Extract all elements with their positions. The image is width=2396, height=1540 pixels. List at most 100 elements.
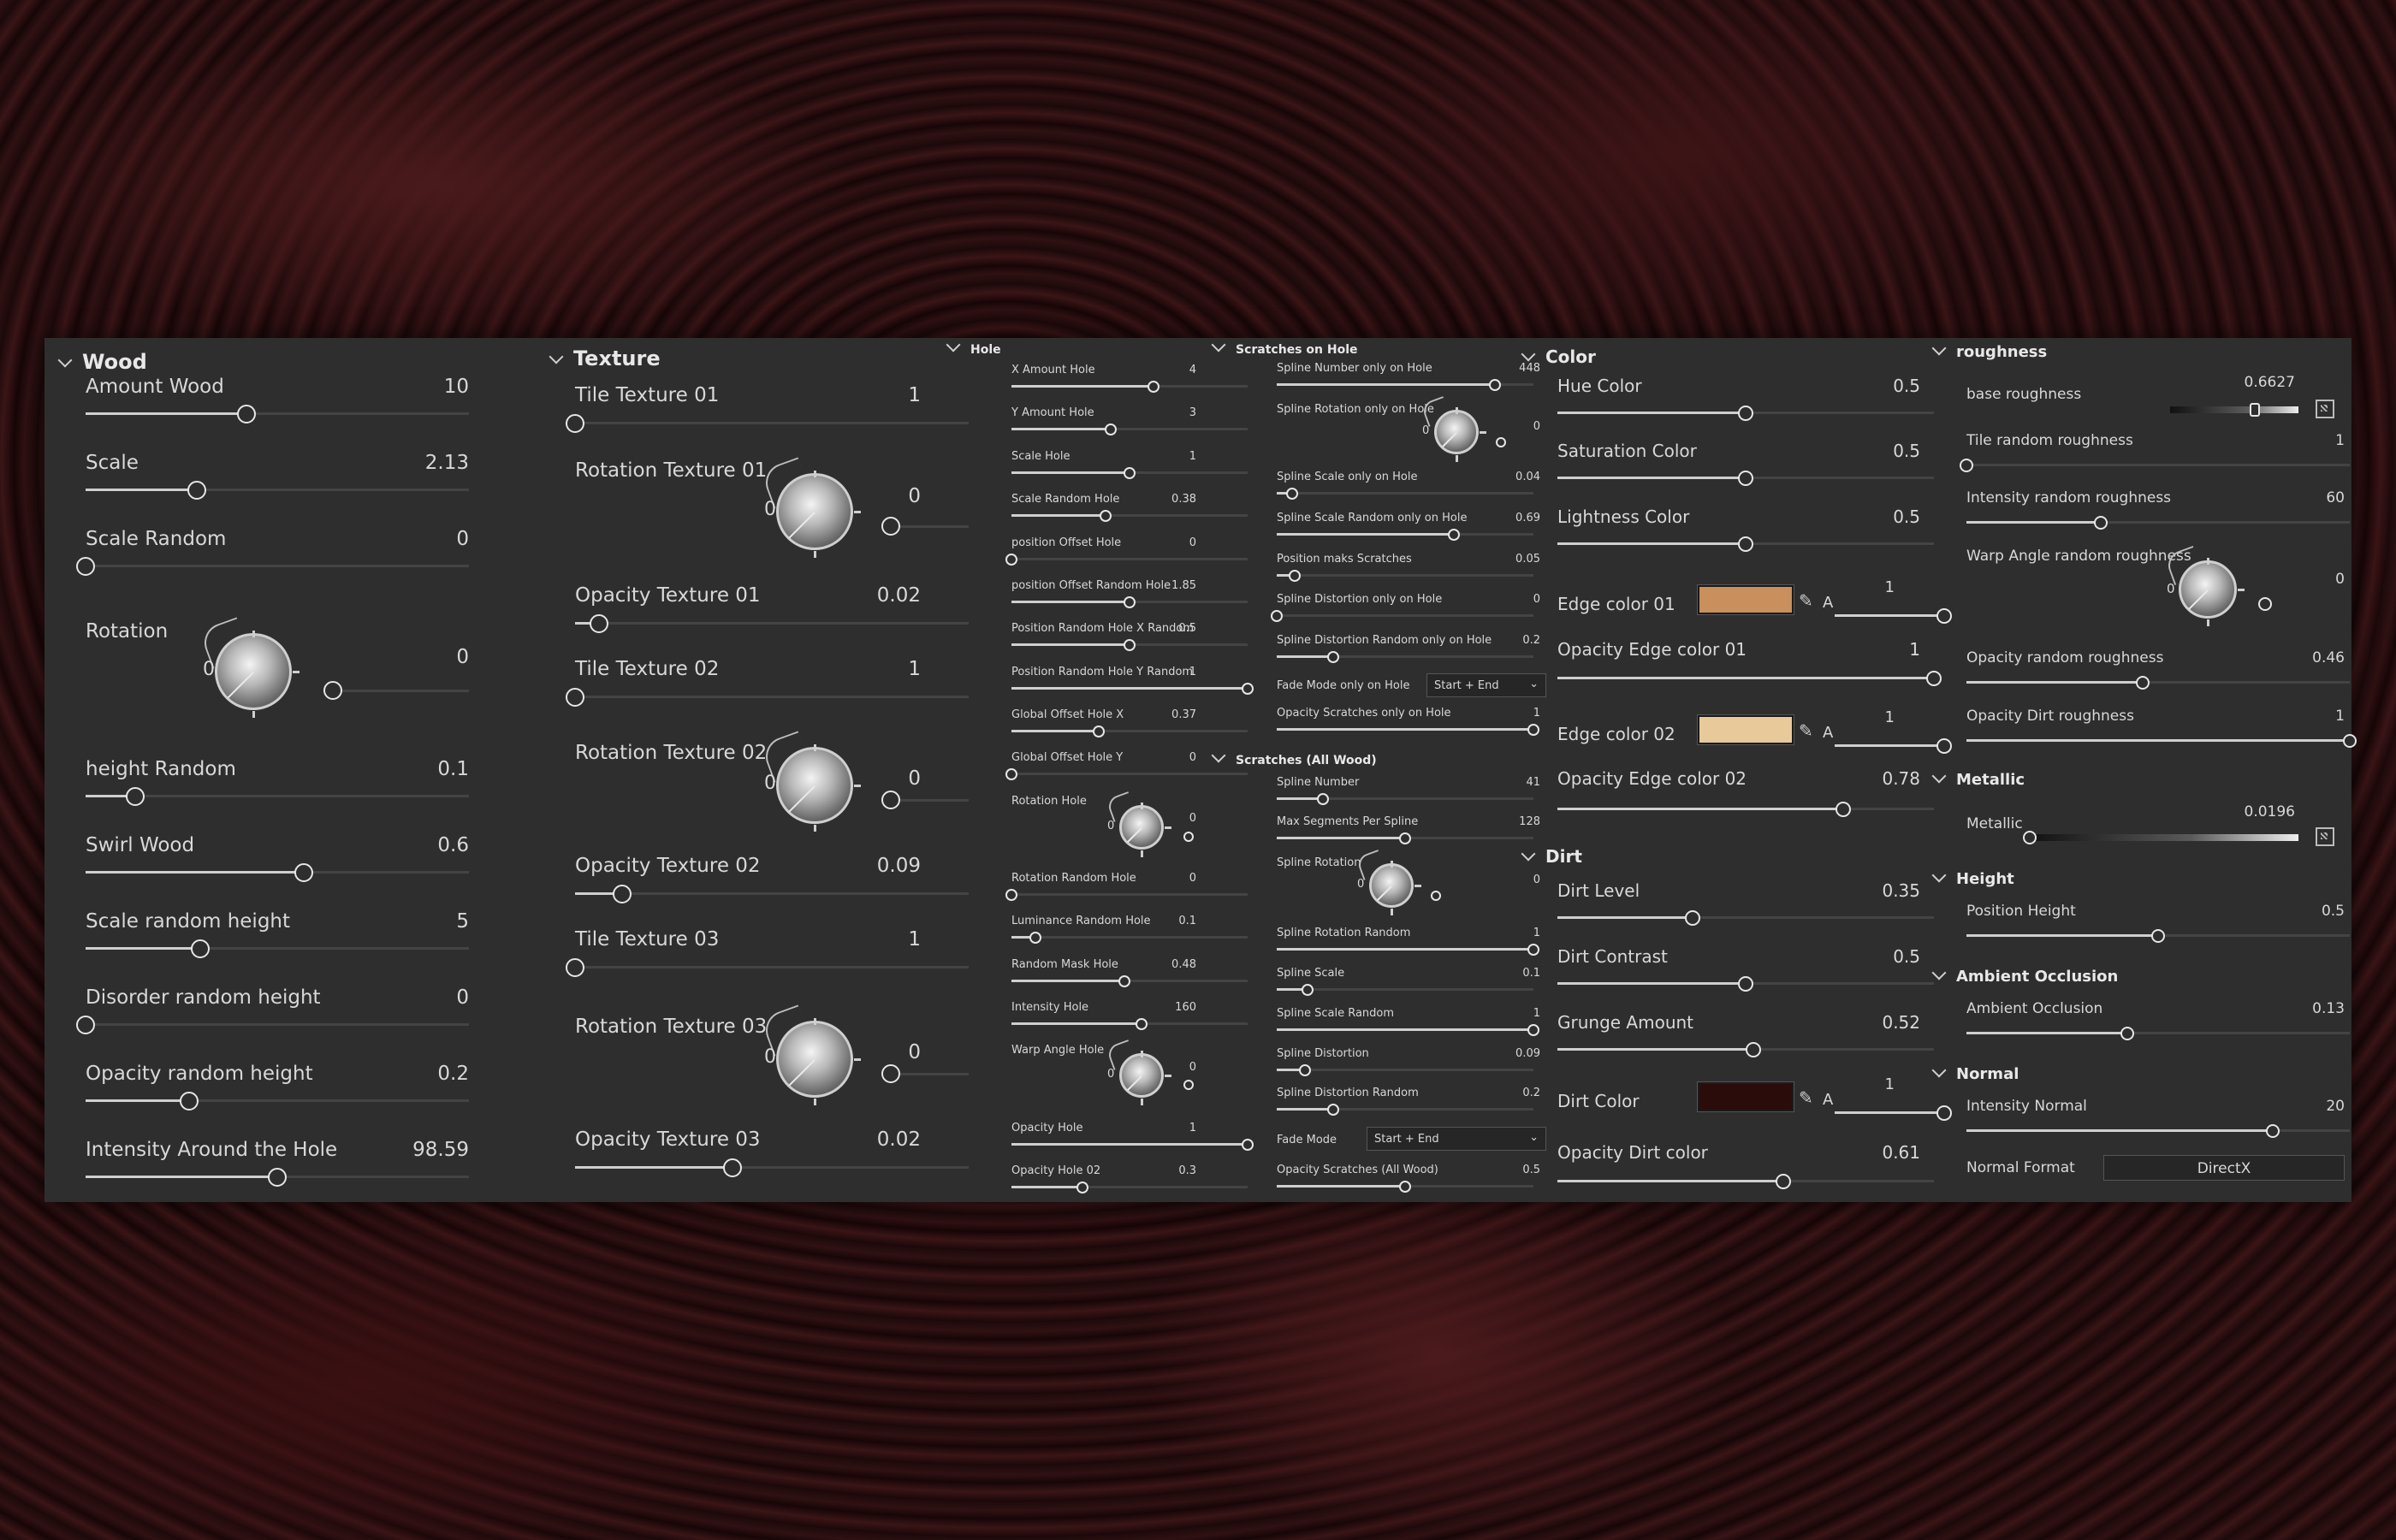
slider-opacity-edge-color-02[interactable] [1557,801,1934,817]
slider-lightness-color[interactable] [1557,536,1934,552]
slider-thumb[interactable] [1399,1180,1411,1193]
slider-spline-scale-only-on-hole[interactable] [1277,487,1533,500]
slider-scale-random[interactable] [76,556,469,576]
slider-thumb[interactable] [323,681,342,700]
slider-thumb[interactable] [2258,597,2272,611]
slider-thumb[interactable] [2023,831,2037,844]
slider-opacity-edge-color-01[interactable] [1557,670,1942,686]
eyedropper-icon[interactable]: ✎ [1799,1087,1813,1108]
slider-max-segments-per-spline[interactable] [1277,832,1533,844]
param-value[interactable]: 10 [444,376,469,398]
slider-opacity-texture-03[interactable] [575,1158,969,1177]
slider-thumb[interactable] [2250,403,2260,417]
section-header-texture-title[interactable]: Texture [549,346,661,370]
param-value[interactable]: 0.0196 [2245,803,2295,820]
param-value[interactable]: 20 [2326,1098,2345,1115]
slider-thumb[interactable] [1104,423,1117,435]
param-value[interactable]: 0 [2335,571,2345,588]
texture-link-icon[interactable] [2316,827,2334,846]
param-value[interactable]: 0.5 [1893,376,1920,396]
slider-thumb[interactable] [1431,891,1441,901]
slider-thumb[interactable] [1738,470,1753,486]
slider-thumb[interactable] [1399,832,1411,844]
slider-thumb[interactable] [126,786,145,806]
slider-thumb[interactable] [1183,832,1194,842]
slider-thumb[interactable] [1286,487,1298,500]
texture-link-icon[interactable] [2316,400,2334,418]
slider-spline-scale-random-only-on-hole[interactable] [1277,528,1533,541]
slider-thumb[interactable] [2343,733,2357,748]
param-value[interactable]: 0.52 [1882,1012,1920,1033]
section-header-scratches-hole-title[interactable]: Scratches on Hole [1211,337,1357,357]
slider-thumb[interactable] [1960,458,1973,472]
slider-hue-color[interactable] [1557,405,1934,421]
param-value[interactable]: 0.6 [437,834,469,856]
section-header-hole-title[interactable]: Hole [946,337,1001,357]
slider-tile-texture-01[interactable] [566,413,969,433]
param-value[interactable]: 0 [1189,536,1196,549]
slider-spline-scale[interactable] [1277,983,1533,996]
param-value[interactable]: 0 [456,528,469,550]
slider-thumb[interactable] [1271,609,1283,622]
slider-thumb[interactable] [1118,974,1131,987]
param-value[interactable]: 0.35 [1882,880,1920,901]
slider-thumb[interactable] [1124,466,1136,479]
slider-thumb[interactable] [1776,1173,1791,1189]
slider-thumb[interactable] [1327,1103,1339,1116]
param-value[interactable]: 160 [1175,1001,1196,1014]
param-value[interactable]: 0 [908,1041,921,1063]
slider-intensity-around-the-hole[interactable] [86,1167,469,1187]
slider-thumb[interactable] [1738,975,1753,992]
slider-thumb[interactable] [187,480,206,500]
slider-thumb[interactable] [268,1167,287,1187]
slider-thumb[interactable] [1147,380,1159,393]
slider-thumb[interactable] [1496,437,1506,447]
slider-disorder-random-height[interactable] [76,1015,469,1034]
chevron-down-icon[interactable] [1931,868,1947,883]
param-value[interactable]: 0 [908,767,921,790]
slider-dirt-contrast[interactable] [1557,975,1934,992]
rotation-track[interactable] [342,690,469,692]
param-value[interactable]: 0 [456,986,469,1009]
param-value[interactable]: 3 [1189,406,1196,419]
param-value[interactable]: 0.13 [2312,1000,2345,1017]
slider-thumb[interactable] [1489,378,1501,391]
edge-color-01-swatch[interactable] [1697,584,1794,615]
param-value[interactable]: 0.5 [1893,506,1920,527]
section-header-color-title[interactable]: Color [1521,346,1596,367]
param-value[interactable]: 0 [908,485,921,507]
param-value[interactable]: 4 [1189,364,1196,376]
chevron-down-icon[interactable] [1931,768,1947,784]
chevron-down-icon[interactable] [1521,846,1536,862]
slider-opacity-random-height[interactable] [86,1091,469,1111]
slider-opacity-texture-02[interactable] [575,884,969,903]
slider-thumb[interactable] [1685,909,1701,926]
normal-format-dropdown[interactable]: DirectX [2103,1155,2345,1181]
param-value[interactable]: 1 [1189,450,1196,463]
param-value[interactable]: 0.38 [1171,493,1196,506]
slider-spline-distortion[interactable] [1277,1063,1533,1076]
slider-thumb[interactable] [1327,650,1339,663]
param-value[interactable]: 0.46 [2312,649,2345,666]
slider-thumb[interactable] [2120,1026,2135,1040]
slider-thumb[interactable] [881,1064,900,1083]
chevron-down-icon[interactable] [1211,748,1226,763]
chevron-down-icon[interactable] [57,352,73,368]
slider-position-maks-scratches[interactable] [1277,569,1533,582]
slider-thumb[interactable] [1005,553,1017,566]
slider-spline-distortion-random-only-on-hole[interactable] [1277,650,1533,663]
param-value[interactable]: 1 [1885,708,1895,726]
slider-thumb[interactable] [1100,509,1112,522]
slider-swirl-wood[interactable] [86,862,469,882]
param-value[interactable]: 0 [1189,1061,1196,1074]
slider-thumb[interactable] [1005,767,1017,780]
param-value[interactable]: 0.02 [877,1128,921,1151]
slider-opacity-scratches-only-on-hole[interactable] [1277,723,1539,736]
slider-thumb[interactable] [1135,1017,1148,1030]
slider-thumb[interactable] [589,613,608,633]
param-value[interactable]: 1 [1189,666,1196,678]
slider-thumb[interactable] [1289,569,1301,582]
param-value[interactable]: 0 [456,646,469,668]
slider-thumb[interactable] [2266,1123,2280,1138]
param-value[interactable]: 0.02 [877,584,921,607]
